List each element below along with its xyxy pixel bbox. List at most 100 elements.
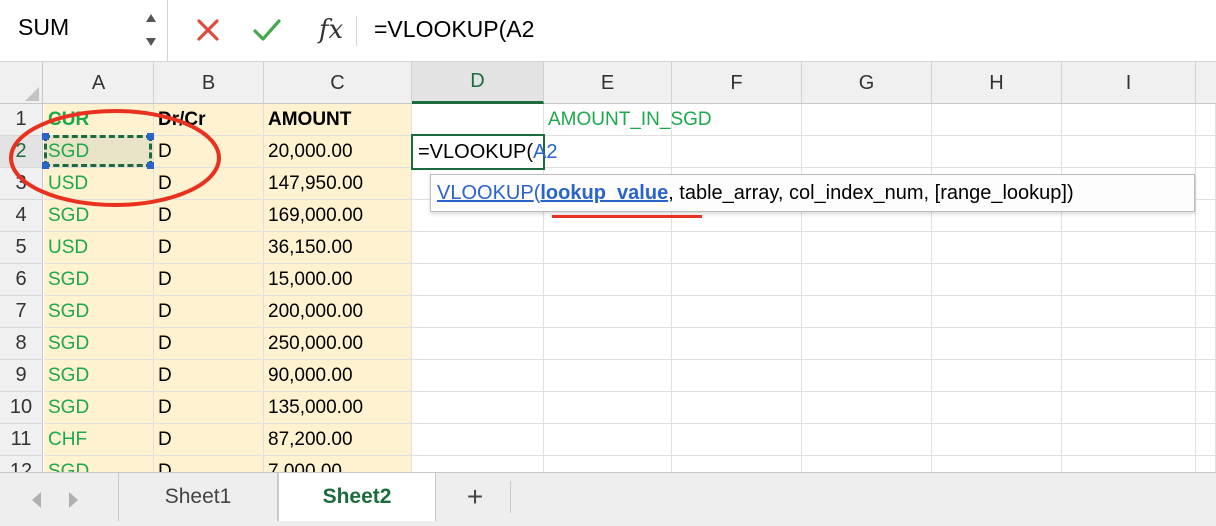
cell-e7[interactable] <box>544 296 672 328</box>
cell-b5[interactable]: D <box>154 232 264 264</box>
cell-g10[interactable] <box>802 392 932 424</box>
cell-i2[interactable] <box>1062 136 1196 168</box>
cell-e11[interactable] <box>544 424 672 456</box>
cell-b12[interactable]: D <box>154 456 264 472</box>
cell-d8[interactable] <box>412 328 544 360</box>
row-header-4[interactable]: 4 <box>0 200 43 232</box>
row-header-8[interactable]: 8 <box>0 328 43 360</box>
cell-h6[interactable] <box>932 264 1062 296</box>
cell-next1[interactable] <box>1196 104 1216 136</box>
cell-g2[interactable] <box>802 136 932 168</box>
cell-i9[interactable] <box>1062 360 1196 392</box>
row-header-2[interactable]: 2 <box>0 136 43 168</box>
cell-h5[interactable] <box>932 232 1062 264</box>
cell-f7[interactable] <box>672 296 802 328</box>
column-header-c[interactable]: C <box>264 62 412 104</box>
select-all-button[interactable] <box>0 62 43 104</box>
cell-next8[interactable] <box>1196 328 1216 360</box>
cell-i12[interactable] <box>1062 456 1196 472</box>
cell-e6[interactable] <box>544 264 672 296</box>
scroll-tabs-left-button[interactable] <box>26 489 46 511</box>
cell-a11[interactable]: CHF <box>44 424 154 456</box>
cell-h1[interactable] <box>932 104 1062 136</box>
cell-h8[interactable] <box>932 328 1062 360</box>
cell-g6[interactable] <box>802 264 932 296</box>
cell-g9[interactable] <box>802 360 932 392</box>
cell-d2-editor[interactable]: =VLOOKUP(A2 <box>411 134 558 170</box>
cell-e9[interactable] <box>544 360 672 392</box>
scroll-tabs-right-button[interactable] <box>64 489 84 511</box>
cell-c11[interactable]: 87,200.00 <box>264 424 412 456</box>
column-header-h[interactable]: H <box>932 62 1062 104</box>
row-header-10[interactable]: 10 <box>0 392 43 424</box>
cell-c2[interactable]: 20,000.00 <box>264 136 412 168</box>
column-header-f[interactable]: F <box>672 62 802 104</box>
spreadsheet-grid[interactable]: 1 CUR Dr/Cr AMOUNT AMOUNT_IN_SGD 2 SGD D 20,000.… <box>0 104 1216 472</box>
range-handle[interactable] <box>42 162 49 169</box>
cell-h10[interactable] <box>932 392 1062 424</box>
cell-c1[interactable]: AMOUNT <box>264 104 412 136</box>
cell-a8[interactable]: SGD <box>44 328 154 360</box>
insert-function-button[interactable]: fx <box>311 14 351 46</box>
cancel-button[interactable] <box>192 14 224 46</box>
cell-next10[interactable] <box>1196 392 1216 424</box>
cell-e1[interactable]: AMOUNT_IN_SGD <box>544 104 712 136</box>
row-header-5[interactable]: 5 <box>0 232 43 264</box>
cell-next7[interactable] <box>1196 296 1216 328</box>
cell-f2[interactable] <box>672 136 802 168</box>
cell-c7[interactable]: 200,000.00 <box>264 296 412 328</box>
cell-a9[interactable]: SGD <box>44 360 154 392</box>
cell-d11[interactable] <box>412 424 544 456</box>
name-box-stepper-icon[interactable] <box>143 10 159 50</box>
cell-a3[interactable]: USD <box>44 168 154 200</box>
cell-c6[interactable]: 15,000.00 <box>264 264 412 296</box>
cell-h9[interactable] <box>932 360 1062 392</box>
column-header-d[interactable]: D <box>412 62 544 104</box>
cell-g1[interactable] <box>802 104 932 136</box>
cell-next6[interactable] <box>1196 264 1216 296</box>
row-header-7[interactable]: 7 <box>0 296 43 328</box>
cell-b7[interactable]: D <box>154 296 264 328</box>
cell-next4[interactable] <box>1196 200 1216 232</box>
cell-c4[interactable]: 169,000.00 <box>264 200 412 232</box>
cell-a5[interactable]: USD <box>44 232 154 264</box>
cell-i11[interactable] <box>1062 424 1196 456</box>
cell-a1[interactable]: CUR <box>44 104 154 136</box>
cell-d12[interactable] <box>412 456 544 472</box>
cell-b3[interactable]: D <box>154 168 264 200</box>
row-header-11[interactable]: 11 <box>0 424 43 456</box>
range-handle[interactable] <box>147 133 154 140</box>
cell-a7[interactable]: SGD <box>44 296 154 328</box>
range-handle[interactable] <box>147 162 154 169</box>
cell-e5[interactable] <box>544 232 672 264</box>
cell-b10[interactable]: D <box>154 392 264 424</box>
column-header-b[interactable]: B <box>154 62 264 104</box>
cell-c9[interactable]: 90,000.00 <box>264 360 412 392</box>
column-header-e[interactable]: E <box>544 62 672 104</box>
cell-g12[interactable] <box>802 456 932 472</box>
cell-g8[interactable] <box>802 328 932 360</box>
cell-d6[interactable] <box>412 264 544 296</box>
name-box[interactable]: SUM <box>0 0 168 62</box>
confirm-button[interactable] <box>251 14 283 46</box>
row-header-1[interactable]: 1 <box>0 104 43 136</box>
cell-b1[interactable]: Dr/Cr <box>154 104 264 136</box>
cell-c10[interactable]: 135,000.00 <box>264 392 412 424</box>
row-header-12[interactable]: 12 <box>0 456 43 472</box>
cell-g11[interactable] <box>802 424 932 456</box>
cell-i5[interactable] <box>1062 232 1196 264</box>
cell-d1[interactable] <box>412 104 544 136</box>
cell-i1[interactable] <box>1062 104 1196 136</box>
cell-h7[interactable] <box>932 296 1062 328</box>
cell-g5[interactable] <box>802 232 932 264</box>
cell-a12[interactable]: SGD <box>44 456 154 472</box>
cell-f1[interactable] <box>672 104 802 136</box>
cell-next3[interactable] <box>1196 168 1216 200</box>
cell-next12[interactable] <box>1196 456 1216 472</box>
cell-i6[interactable] <box>1062 264 1196 296</box>
cell-b8[interactable]: D <box>154 328 264 360</box>
cell-next9[interactable] <box>1196 360 1216 392</box>
row-header-3[interactable]: 3 <box>0 168 43 200</box>
cell-e12[interactable] <box>544 456 672 472</box>
cell-a6[interactable]: SGD <box>44 264 154 296</box>
